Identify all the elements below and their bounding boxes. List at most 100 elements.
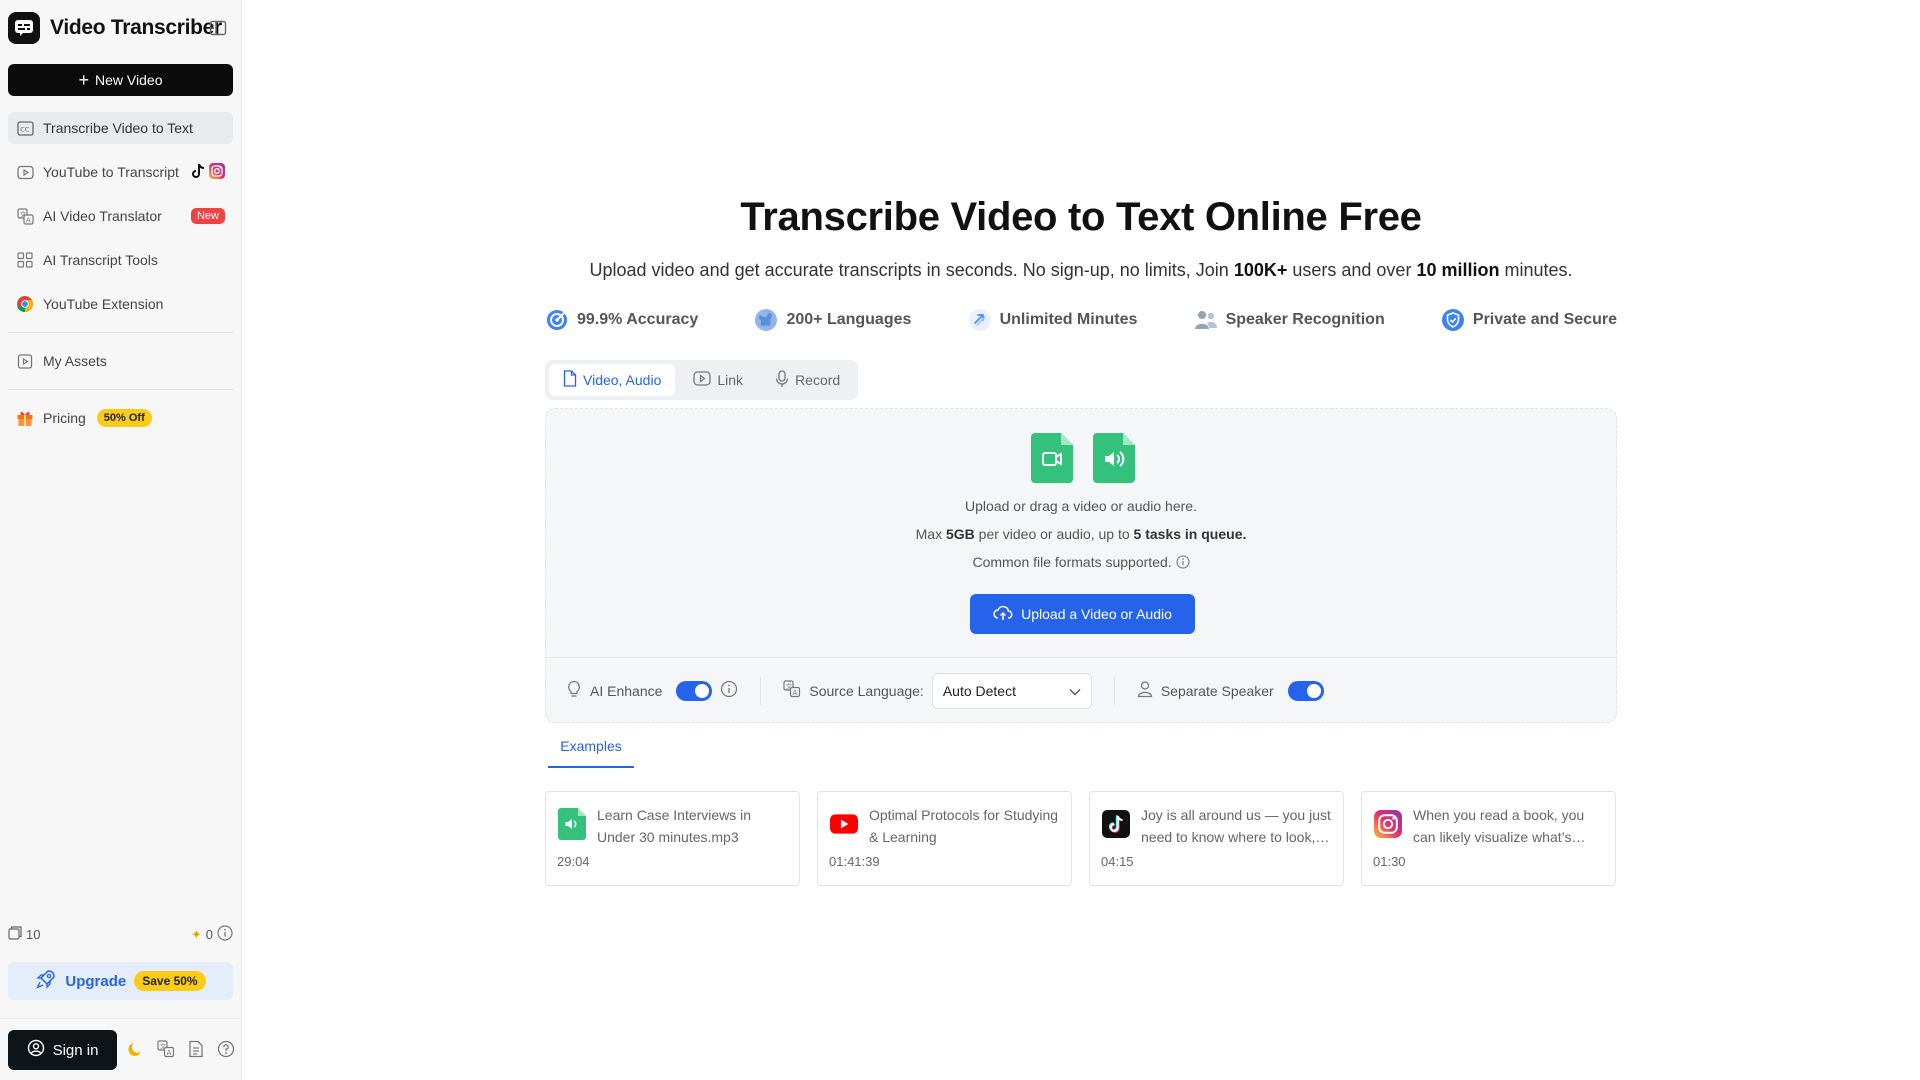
limit-size: 5GB	[945, 526, 975, 542]
example-title: Optimal Protocols for Studying & Learnin…	[869, 807, 1059, 845]
sidebar-item-label: Transcribe Video to Text	[43, 120, 193, 136]
sidebar-item-label: YouTube Extension	[43, 296, 164, 312]
sidebar-item-ai-transcript-tools[interactable]: AI Transcript Tools	[8, 244, 233, 276]
user-circle-icon	[27, 1039, 45, 1061]
upload-source-tabs: Video, Audio Link Record	[545, 360, 859, 400]
moon-icon[interactable]	[126, 1039, 146, 1059]
source-language-select[interactable]: Auto Detect	[931, 672, 1092, 709]
svg-text:CC: CC	[20, 125, 30, 133]
feature-label: Unlimited Minutes	[999, 311, 1138, 328]
tab-link[interactable]: Link	[679, 364, 757, 396]
tab-record[interactable]: Record	[761, 364, 854, 396]
upload-instructions: Upload or drag a video or audio here.	[965, 498, 1197, 514]
sidebar-item-label: AI Transcript Tools	[43, 252, 158, 268]
app-logo-icon	[8, 12, 40, 44]
brand[interactable]: Video Transcriber	[8, 12, 222, 44]
tab-video-audio[interactable]: Video, Audio	[549, 364, 676, 396]
subtitle-text: users and over	[1287, 260, 1417, 280]
play-icon	[693, 371, 712, 389]
sidebar-item-label: YouTube to Transcript	[43, 164, 179, 180]
instagram-icon	[209, 162, 225, 182]
save-badge: Save 50%	[134, 971, 206, 991]
info-icon[interactable]	[720, 680, 738, 701]
example-title: When you read a book, you can likely vis…	[1413, 807, 1585, 845]
feature-label: 99.9% Accuracy	[577, 311, 699, 328]
feature-languages: 200+ Languages	[754, 308, 911, 332]
feature-label: 200+ Languages	[786, 311, 912, 328]
document-icon[interactable]	[186, 1039, 206, 1059]
sidebar-item-pricing[interactable]: Pricing 50% Off	[8, 402, 233, 434]
feature-list: 99.9% Accuracy 200+ Languages Unlimited …	[545, 308, 1617, 332]
example-card[interactable]: When you read a book, you can likely vis…	[1361, 791, 1616, 886]
dropzone-content: Upload or drag a video or audio here. Ma…	[546, 409, 1616, 659]
example-title: Learn Case Interviews in Under 30 minute…	[597, 807, 752, 845]
tiktok-icon	[1102, 808, 1130, 840]
limit-text: Max	[915, 526, 946, 542]
upload-video-button[interactable]: Upload a Video or Audio	[970, 594, 1195, 634]
chrome-icon	[16, 295, 34, 313]
credits-row: 10 ✦ 0	[8, 925, 233, 944]
feature-accuracy: 99.9% Accuracy	[545, 308, 698, 332]
feature-label: Speaker Recognition	[1225, 311, 1385, 328]
examples-list: Learn Case Interviews in Under 30 minute…	[545, 791, 1617, 886]
grid-icon	[16, 251, 34, 269]
info-icon[interactable]	[217, 925, 233, 944]
translate-icon: 文A	[783, 680, 801, 701]
new-badge: New	[190, 208, 225, 224]
new-video-button[interactable]: + New Video	[8, 64, 233, 96]
example-duration: 04:15	[1101, 854, 1134, 869]
sidebar-item-youtube-transcript[interactable]: YouTube to Transcript	[8, 156, 233, 188]
accuracy-icon	[545, 308, 569, 332]
sidebar-item-transcribe[interactable]: CC Transcribe Video to Text	[8, 112, 233, 144]
shield-icon	[1441, 308, 1465, 332]
file-credits: 10	[8, 925, 40, 944]
sidebar-item-label: My Assets	[43, 353, 107, 369]
info-icon[interactable]	[1175, 555, 1190, 572]
sidebar-item-ai-video-translator[interactable]: 文A AI Video Translator New	[8, 200, 233, 232]
subtitle-text: Upload video and get accurate transcript…	[589, 260, 1234, 280]
rocket-icon	[35, 968, 57, 995]
transcription-options: AI Enhance 文A Source Language: Auto Dete…	[546, 657, 1616, 723]
formats-text: Common file formats supported.	[972, 554, 1172, 570]
gift-icon	[16, 409, 34, 427]
example-duration: 01:41:39	[829, 854, 880, 869]
sparkle-icon: ✦	[190, 926, 202, 942]
example-card[interactable]: Learn Case Interviews in Under 30 minute…	[545, 791, 800, 886]
limit-tasks: 5 tasks in queue.	[1133, 526, 1247, 542]
cc-icon: CC	[16, 119, 34, 137]
tab-label: Link	[717, 372, 744, 388]
upload-dropzone[interactable]: Upload or drag a video or audio here. Ma…	[545, 408, 1617, 723]
ai-credits: ✦ 0	[191, 925, 233, 944]
example-title: Joy is all around us — you just need to …	[1141, 807, 1331, 845]
upload-limits: Max 5GB per video or audio, up to 5 task…	[546, 526, 1616, 542]
app-title: Video Transcriber	[50, 16, 222, 39]
sidebar-item-youtube-extension[interactable]: YouTube Extension	[8, 288, 233, 320]
svg-text:A: A	[167, 1049, 172, 1057]
example-card[interactable]: Joy is all around us — you just need to …	[1089, 791, 1344, 886]
divider	[1113, 676, 1115, 705]
page-subtitle: Upload video and get accurate transcript…	[545, 260, 1617, 281]
sign-in-button[interactable]: Sign in	[8, 1030, 117, 1070]
file-type-icons	[1031, 433, 1135, 488]
sidebar-collapse-icon[interactable]	[208, 18, 228, 38]
tab-examples[interactable]: Examples	[548, 738, 634, 768]
divider	[8, 332, 233, 333]
limit-text: per video or audio, up to	[974, 526, 1134, 542]
chevron-down-icon	[1069, 683, 1081, 699]
upload-button-label: Upload a Video or Audio	[1021, 606, 1172, 622]
divider	[8, 389, 233, 390]
sidebar-item-label: AI Video Translator	[43, 208, 162, 224]
upgrade-button[interactable]: Upgrade Save 50%	[8, 962, 233, 1000]
feature-unlimited: Unlimited Minutes	[968, 308, 1138, 332]
bulb-icon	[566, 680, 582, 701]
example-card[interactable]: Optimal Protocols for Studying & Learnin…	[817, 791, 1072, 886]
ai-enhance-toggle[interactable]	[676, 680, 713, 701]
sidebar-item-label: Pricing	[43, 410, 86, 426]
subtitle-text: minutes.	[1499, 260, 1573, 280]
help-icon[interactable]	[216, 1039, 236, 1059]
file-credits-count: 10	[26, 927, 41, 942]
translate-icon[interactable]: 文A	[156, 1039, 176, 1059]
separate-speaker-toggle[interactable]	[1287, 680, 1324, 701]
sidebar-item-my-assets[interactable]: My Assets	[8, 345, 233, 377]
divider	[760, 676, 762, 705]
